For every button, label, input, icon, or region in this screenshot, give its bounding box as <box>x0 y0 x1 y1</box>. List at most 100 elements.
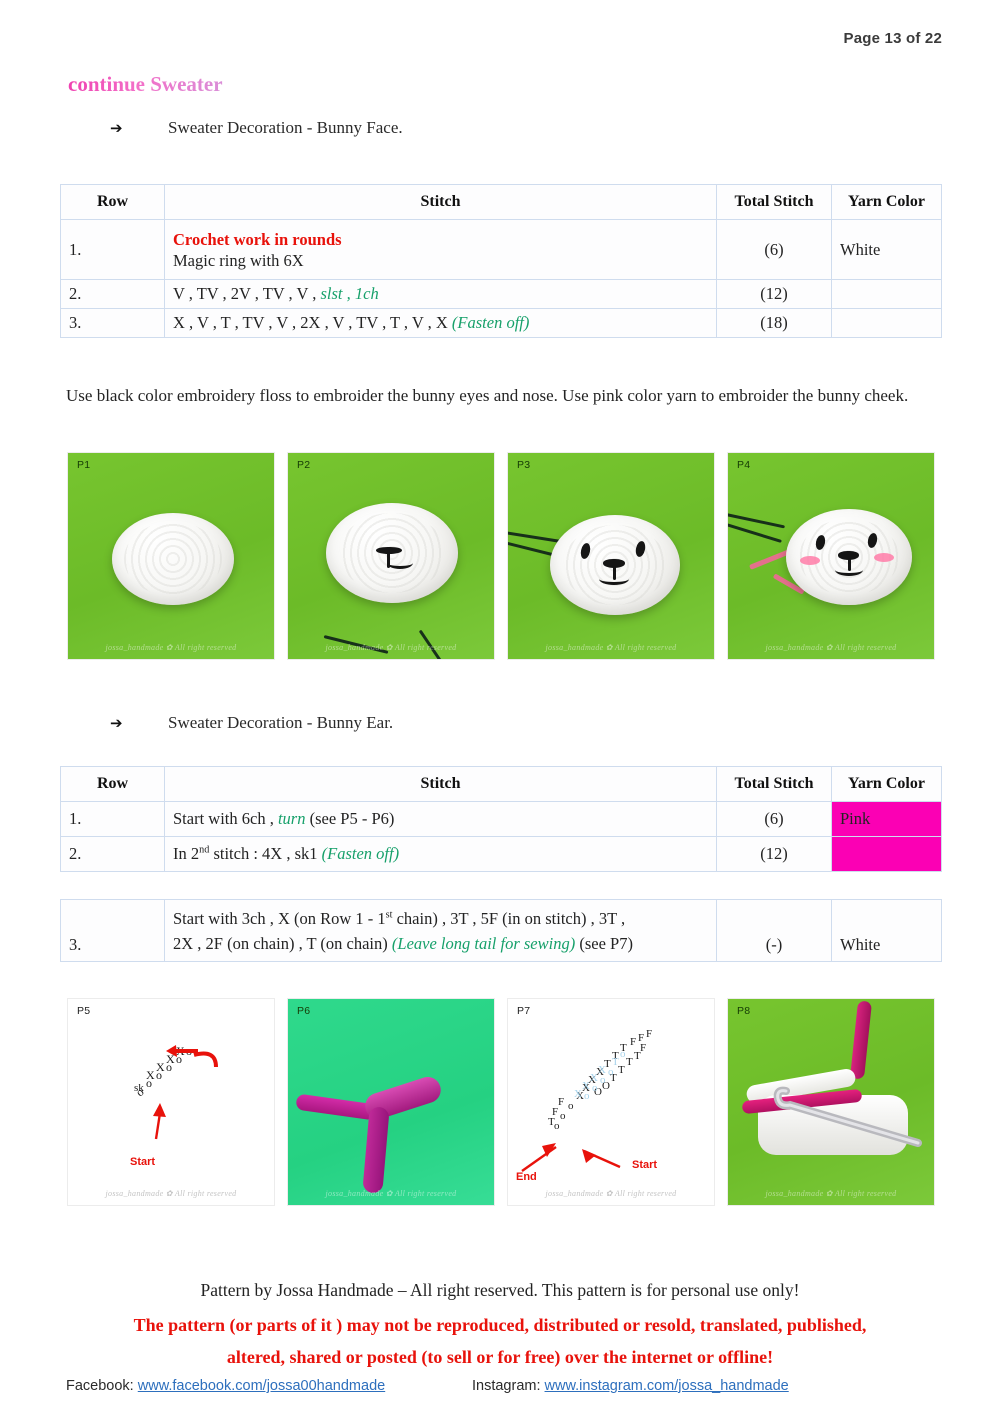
watermark: jossa_handmade ✿ All right reserved <box>105 1189 237 1198</box>
cell-total-stitch: (6) <box>716 801 832 837</box>
photo-p5: P5 o o o o o o sk X X X X Start jossa_ha… <box>67 998 275 1206</box>
stitch-text: Start with 6ch , <box>173 809 278 828</box>
bullet-bunny-ear-label: Sweater Decoration - Bunny Ear. <box>168 713 394 732</box>
photo-p4: P4 jossa_handmade ✿ All right reserved <box>727 452 935 660</box>
col-header-yarn-color: Yarn Color <box>831 766 942 802</box>
svg-text:o: o <box>592 1082 598 1094</box>
svg-text:T: T <box>626 1056 633 1068</box>
cell-yarn-color: White <box>831 219 942 280</box>
cell-stitch: In 2nd stitch : 4X , sk1 (Fasten off) <box>164 836 717 872</box>
cell-yarn-color: White <box>831 899 942 962</box>
col-header-total-stitch: Total Stitch <box>716 766 832 802</box>
crochet-head-shape <box>112 513 234 605</box>
table-bunny-ear-row3: 3. Start with 3ch , X (on Row 1 - 1st ch… <box>60 899 942 962</box>
cell-row-number: 1. <box>60 219 165 280</box>
col-header-total-stitch: Total Stitch <box>716 184 832 220</box>
photo-strip-bunny-face: P1 jossa_handmade ✿ All right reserved P… <box>67 452 935 660</box>
cell-yarn-color <box>831 308 942 338</box>
cell-yarn-color <box>831 836 942 872</box>
stitch-text-line2: 2X , 2F (on chain) , T (on chain) <box>173 933 392 953</box>
cell-stitch: X , V , T , TV , V , 2X , V , TV , T , V… <box>164 308 717 338</box>
cell-row-number: 1. <box>60 801 165 837</box>
chain-diagram-p5: o o o o o o sk X X X X <box>133 1044 218 1140</box>
watermark: jossa_handmade ✿ All right reserved <box>545 1189 677 1198</box>
table-header-row: Row Stitch Total Stitch Yarn Color <box>60 184 942 220</box>
cell-row-number: 3. <box>60 308 165 338</box>
stitch-note: (Fasten off) <box>451 313 530 332</box>
photo-strip-bunny-ear: P5 o o o o o o sk X X X X Start jossa_ha… <box>67 998 935 1206</box>
footer-line-3: altered, shared or posted (to sell or fo… <box>226 1347 774 1367</box>
svg-text:T: T <box>618 1064 625 1076</box>
photo-label: P4 <box>737 459 751 471</box>
stitch-heading: Crochet work in rounds <box>173 229 342 249</box>
table-row: 2. V , TV , 2V , TV , V , slst , 1ch (12… <box>60 279 942 309</box>
cell-total-stitch: (-) <box>716 899 832 962</box>
cell-row-number: 3. <box>60 899 165 962</box>
cell-total-stitch: (12) <box>716 279 832 309</box>
col-header-row: Row <box>60 766 165 802</box>
bullet-bunny-face-label: Sweater Decoration - Bunny Face. <box>168 118 403 137</box>
cell-row-number: 2. <box>60 836 165 872</box>
table-row: 3. Start with 3ch , X (on Row 1 - 1st ch… <box>60 899 942 962</box>
watermark: jossa_handmade ✿ All right reserved <box>765 1189 897 1198</box>
svg-text:F: F <box>640 1042 646 1054</box>
bunny-cheek-left <box>800 556 820 565</box>
arrow-right-icon: ➔ <box>110 714 123 732</box>
cell-yarn-color <box>831 279 942 309</box>
cell-total-stitch: (18) <box>716 308 832 338</box>
stitch-text: X , V , T , TV , V , 2X , V , TV , T , V… <box>173 313 452 332</box>
cell-stitch: Crochet work in rounds Magic ring with 6… <box>164 219 717 280</box>
cell-stitch: Start with 3ch , X (on Row 1 - 1st chain… <box>164 899 717 962</box>
photo-label: P6 <box>297 1005 311 1017</box>
arrow-right-icon: ➔ <box>110 119 123 137</box>
photo-p8: P8 jossa_handmade ✿ All right reserved <box>727 998 935 1206</box>
photo-label: P3 <box>517 459 531 471</box>
svg-text:T: T <box>634 1050 641 1062</box>
col-header-yarn-color: Yarn Color <box>831 184 942 220</box>
svg-text:o: o <box>584 1090 590 1102</box>
table-row: 1. Start with 6ch , turn (see P5 - P6) (… <box>60 801 942 837</box>
instagram-link[interactable]: www.instagram.com/jossa_handmade <box>545 1378 789 1394</box>
cell-yarn-color: Pink <box>831 801 942 837</box>
col-header-row: Row <box>60 184 165 220</box>
photo-label: P2 <box>297 459 311 471</box>
footer-line-1: Pattern by Jossa Handmade – All right re… <box>200 1280 800 1300</box>
bunny-smile <box>835 564 863 576</box>
svg-text:o: o <box>600 1074 606 1086</box>
stitch-ref: (see P7) <box>575 933 633 953</box>
stitch-text: Magic ring with 6X <box>173 251 304 271</box>
table-bunny-face: Row Stitch Total Stitch Yarn Color 1. Cr… <box>60 184 942 338</box>
photo-p7: P7 oo oX XX XT TT TF F FF FF TT TT OO X … <box>507 998 715 1206</box>
table-header-row: Row Stitch Total Stitch Yarn Color <box>60 766 942 802</box>
svg-text:T: T <box>612 1056 619 1068</box>
stitch-note: turn <box>277 809 306 828</box>
bunny-smile <box>387 557 413 569</box>
facebook-group: Facebook: www.facebook.com/jossa00handma… <box>66 1378 385 1394</box>
col-header-stitch: Stitch <box>164 766 717 802</box>
svg-text:X: X <box>574 1088 582 1100</box>
svg-text:o: o <box>560 1110 566 1122</box>
table-row: 2. In 2nd stitch : 4X , sk1 (Fasten off)… <box>60 836 942 872</box>
instagram-label: Instagram: <box>472 1378 541 1394</box>
watermark: jossa_handmade ✿ All right reserved <box>105 643 237 652</box>
stitch-note: (Fasten off) <box>321 844 400 863</box>
facebook-link[interactable]: www.facebook.com/jossa00handmade <box>138 1378 385 1394</box>
table-row: 1. Crochet work in rounds Magic ring wit… <box>60 219 942 280</box>
stitch-text: V , TV , 2V , TV , V , <box>173 284 321 303</box>
stitch-ref: (see P5 - P6) <box>305 809 395 828</box>
start-label: Start <box>632 1159 658 1171</box>
bunny-smile <box>599 573 629 585</box>
svg-text:X: X <box>146 1068 155 1082</box>
svg-text:F: F <box>558 1096 564 1108</box>
table-bunny-ear: Row Stitch Total Stitch Yarn Color 1. St… <box>60 766 942 872</box>
stitch-note: slst , 1ch <box>320 284 379 303</box>
table-row: 3. X , V , T , TV , V , 2X , V , TV , T … <box>60 308 942 338</box>
bunny-cheek-right <box>874 553 894 562</box>
cell-stitch: Start with 6ch , turn (see P5 - P6) <box>164 801 717 837</box>
watermark: jossa_handmade ✿ All right reserved <box>325 1189 457 1198</box>
photo-p3: P3 jossa_handmade ✿ All right reserved <box>507 452 715 660</box>
document-page: Page 13 of 22 continue Sweater ➔ Sweater… <box>0 0 1000 1413</box>
facebook-label: Facebook: <box>66 1378 134 1394</box>
photo-p6: P6 jossa_handmade ✿ All right reserved <box>287 998 495 1206</box>
photo-label: P5 <box>77 1005 91 1017</box>
